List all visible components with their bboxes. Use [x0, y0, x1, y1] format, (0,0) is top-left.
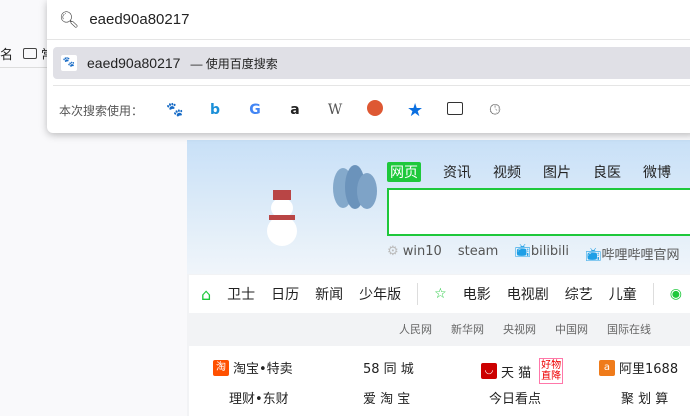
- suggestion-suffix: — 使用百度搜索: [190, 56, 278, 71]
- baidu-icon[interactable]: 🐾: [155, 102, 195, 118]
- omnibox-input[interactable]: eaed90a80217: [89, 11, 189, 28]
- site-taobao[interactable]: 淘淘宝•特卖: [213, 358, 293, 377]
- nav-item[interactable]: 卫士: [227, 284, 255, 304]
- wikipedia-icon[interactable]: W: [315, 102, 355, 118]
- site-licai[interactable]: 理财•东财: [229, 388, 289, 407]
- bing-icon[interactable]: b: [195, 102, 235, 118]
- hot-item[interactable]: 📺︎bilibili: [514, 244, 569, 263]
- tab-video[interactable]: 视频: [493, 162, 521, 182]
- nav-item[interactable]: 日历: [271, 284, 299, 304]
- tv-icon: 📺︎: [585, 248, 602, 263]
- news-links: 人民网 新华网 央视网 中国网 国际在线: [399, 321, 651, 337]
- omnibox-input-row[interactable]: 🔍︎ eaed90a80217: [47, 0, 690, 40]
- divider: [53, 85, 690, 86]
- engines-label: 本次搜索使用：: [59, 103, 144, 118]
- tmall-icon: ◡: [481, 363, 497, 379]
- tab-web[interactable]: 网页: [387, 162, 421, 182]
- trees-illustration: [333, 165, 379, 223]
- hot-item[interactable]: steam: [458, 244, 499, 263]
- home-icon: ⌂: [201, 284, 212, 304]
- site-juhuasuan[interactable]: 聚 划 算: [621, 388, 668, 407]
- site-1688[interactable]: a 阿里1688: [599, 358, 678, 377]
- clock-icon[interactable]: 🕓︎: [475, 102, 515, 118]
- gear-icon: ⚙: [387, 244, 399, 259]
- site-58[interactable]: 58 同 城: [363, 358, 414, 377]
- amazon-icon[interactable]: a: [275, 102, 315, 118]
- link[interactable]: 央视网: [503, 321, 536, 337]
- tab-doctor[interactable]: 良医: [593, 162, 621, 182]
- link[interactable]: 中国网: [555, 321, 588, 337]
- nav-item[interactable]: 少年版: [359, 284, 401, 304]
- search-tabs: 网页 资讯 视频 图片 良医 微博: [387, 162, 671, 182]
- nav-item[interactable]: 电影: [463, 284, 491, 304]
- hot-item[interactable]: 📺︎哔哩哔哩官网: [585, 244, 680, 263]
- tab-images[interactable]: 图片: [543, 162, 571, 182]
- tmall-badge: 好物 直降: [539, 358, 564, 384]
- category-nav: ⌂ 卫士 日历 新闻 少年版 ☆ 电影 电视剧 综艺 儿童 ◉: [189, 275, 690, 313]
- search-input[interactable]: [387, 188, 690, 236]
- divider: [652, 283, 654, 305]
- site-jinri[interactable]: 今日看点: [489, 388, 541, 407]
- nav-item[interactable]: 综艺: [565, 284, 593, 304]
- site-aitaobao[interactable]: 爱 淘 宝: [363, 388, 410, 407]
- link[interactable]: 人民网: [399, 321, 432, 337]
- homepage: 网页 资讯 视频 图片 良医 微博 ⚙ win10 steam 📺︎bilibi…: [187, 140, 690, 416]
- search-icon: 🔍︎: [59, 10, 80, 29]
- robot-icon: ◉: [669, 286, 682, 302]
- suggestion-text: eaed90a80217: [87, 55, 181, 71]
- baidu-icon: 🐾: [61, 55, 77, 71]
- taobao-icon: 淘: [213, 359, 229, 376]
- nav-item[interactable]: 儿童: [609, 284, 637, 304]
- duckduckgo-icon[interactable]: [355, 100, 395, 120]
- site-grid: 淘淘宝•特卖 58 同 城 ◡ 天 猫 好物 直降 a 阿里1688 理财•东财 爱 …: [189, 346, 690, 416]
- suggestion-item[interactable]: 🐾 eaed90a80217 — 使用百度搜索: [53, 47, 690, 79]
- bookmark-partial[interactable]: 名: [0, 44, 13, 63]
- nav-item[interactable]: 新闻: [315, 284, 343, 304]
- alibaba-icon: a: [599, 359, 615, 376]
- nav-item[interactable]: 电视剧: [507, 284, 549, 304]
- divider: [417, 283, 419, 305]
- google-icon[interactable]: G: [235, 102, 275, 118]
- link[interactable]: 国际在线: [607, 321, 651, 337]
- tab-news[interactable]: 资讯: [443, 162, 471, 182]
- tab-icon[interactable]: [435, 101, 475, 119]
- hot-item[interactable]: ⚙ win10: [387, 244, 442, 263]
- site-tmall[interactable]: ◡ 天 猫 好物 直降: [481, 358, 564, 384]
- link[interactable]: 新华网: [451, 321, 484, 337]
- tv-icon: 📺︎: [514, 244, 531, 259]
- star-icon[interactable]: ★: [395, 100, 435, 121]
- omnibox-dropdown: 🔍︎ eaed90a80217 🐾 eaed90a80217 — 使用百度搜索 …: [47, 0, 690, 133]
- snowman-illustration: [267, 190, 299, 246]
- hot-searches: ⚙ win10 steam 📺︎bilibili 📺︎哔哩哔哩官网: [387, 244, 680, 263]
- star-icon: ☆: [434, 286, 447, 302]
- folder-icon: [23, 48, 38, 59]
- tab-weibo[interactable]: 微博: [643, 162, 671, 182]
- engine-row: 本次搜索使用： 🐾 b G a W ★ 🕓︎: [59, 100, 515, 121]
- banner: 网页 资讯 视频 图片 良医 微博 ⚙ win10 steam 📺︎bilibi…: [187, 140, 690, 274]
